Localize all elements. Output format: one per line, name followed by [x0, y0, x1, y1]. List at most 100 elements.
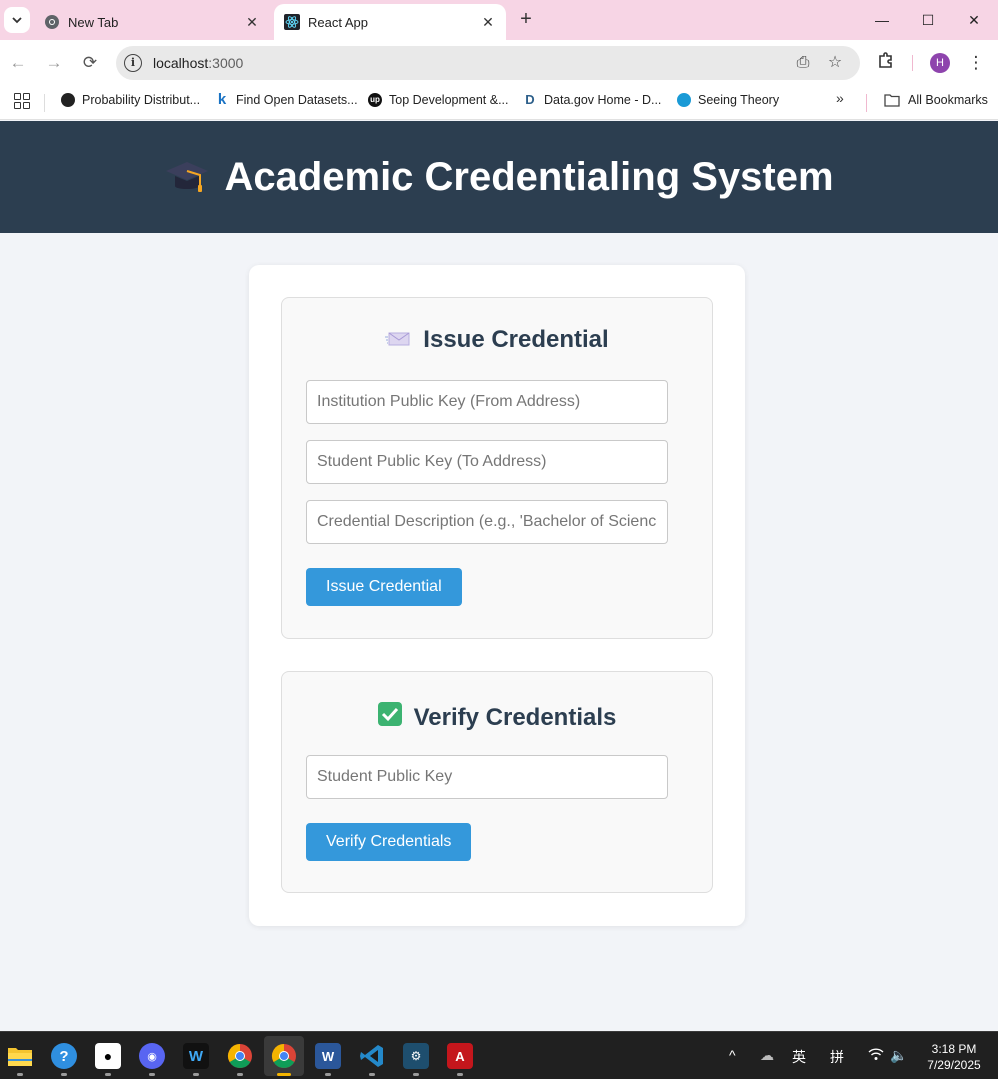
running-indicator: [193, 1073, 199, 1076]
extensions-icon[interactable]: [874, 51, 898, 75]
running-indicator: [17, 1073, 23, 1076]
address-bar[interactable]: i localhost:3000 ⎙ ☆: [116, 46, 860, 80]
bookmarks-bar: Probability Distribut... k Find Open Data…: [0, 86, 998, 120]
vscode-icon[interactable]: [359, 1043, 385, 1069]
bookmark-label: Top Development &...: [389, 93, 509, 107]
discord-icon[interactable]: ◉: [139, 1043, 165, 1069]
tab-search-button[interactable]: [4, 7, 30, 33]
chrome-icon[interactable]: [227, 1043, 253, 1069]
menu-kebab-icon[interactable]: ⋮: [964, 51, 988, 75]
maximize-icon[interactable]: ☐: [908, 6, 948, 34]
verify-heading-text: Verify Credentials: [413, 703, 617, 731]
windows-taskbar: ? ● ◉ W W ⚙ A ^ ☁ 英 拼 🔈 3:18 PM 7/29/202…: [0, 1031, 998, 1079]
bookmark-label: Find Open Datasets...: [236, 93, 358, 107]
qq-icon[interactable]: ●: [95, 1043, 121, 1069]
chevron-down-icon: [12, 17, 22, 24]
more-bookmarks-icon[interactable]: »: [836, 90, 844, 106]
folder-icon: [884, 94, 900, 107]
seeing-theory-icon: [677, 93, 691, 107]
webex-icon[interactable]: W: [183, 1043, 209, 1069]
verify-credentials-section: Verify Credentials Verify Credentials: [281, 671, 713, 893]
ime-mode[interactable]: 拼: [830, 1047, 844, 1067]
app-header: Academic Credentialing System: [0, 121, 998, 233]
datagov-icon: D: [525, 92, 535, 107]
envelope-icon: [385, 326, 411, 354]
chevron-up-icon[interactable]: ^: [729, 1047, 736, 1063]
bookmarks-separator: [44, 94, 45, 112]
all-bookmarks-label: All Bookmarks: [908, 93, 988, 107]
running-indicator: [369, 1073, 375, 1076]
browser-toolbar: ← → ⟳ i localhost:3000 ⎙ ☆ H ⋮: [0, 40, 998, 86]
minimize-icon[interactable]: —: [862, 6, 902, 34]
issue-credential-button[interactable]: Issue Credential: [306, 568, 462, 606]
acrobat-icon[interactable]: A: [447, 1043, 473, 1069]
main-card: Issue Credential Issue Credential Verify…: [249, 265, 745, 926]
bookmarks-separator: [866, 94, 867, 112]
running-indicator: [413, 1073, 419, 1076]
forward-arrow-icon[interactable]: →: [42, 51, 66, 75]
student-key-input[interactable]: [306, 440, 668, 484]
clock-time: 3:18 PM: [931, 1042, 977, 1056]
page-title-text: Academic Credentialing System: [224, 154, 834, 199]
issue-heading: Issue Credential: [282, 326, 712, 354]
site-info-icon[interactable]: i: [124, 54, 142, 72]
tab-react-app[interactable]: React App ✕: [274, 4, 506, 40]
verify-heading: Verify Credentials: [282, 702, 712, 733]
page-title: Academic Credentialing System: [164, 154, 834, 200]
running-indicator: [237, 1073, 243, 1076]
running-indicator: [457, 1073, 463, 1076]
graduation-cap-icon: [164, 154, 210, 200]
clock-date: 7/29/2025: [927, 1058, 981, 1072]
new-tab-button[interactable]: +: [514, 8, 538, 32]
check-mark-icon: [377, 702, 402, 733]
bookmark-item[interactable]: Seeing Theory: [677, 86, 779, 114]
help-icon[interactable]: ?: [51, 1043, 77, 1069]
onedrive-icon[interactable]: ☁: [760, 1047, 774, 1064]
toolbar-separator: [912, 55, 913, 71]
tab-new-tab[interactable]: New Tab ✕: [34, 4, 270, 40]
bookmark-item[interactable]: up Top Development &...: [368, 86, 509, 114]
volume-icon[interactable]: 🔈: [890, 1047, 907, 1064]
tab-title: React App: [308, 14, 368, 30]
system-clock[interactable]: 3:18 PM 7/29/2025: [918, 1041, 990, 1073]
apps-grid-icon[interactable]: [14, 93, 30, 109]
profile-avatar[interactable]: H: [930, 53, 950, 73]
running-indicator: [325, 1073, 331, 1076]
bookmark-label: Seeing Theory: [698, 93, 780, 107]
ime-language[interactable]: 英: [792, 1047, 806, 1067]
window-close-icon[interactable]: ✕: [954, 6, 994, 34]
running-indicator: [105, 1073, 111, 1076]
file-explorer-icon[interactable]: [7, 1043, 33, 1069]
word-icon[interactable]: W: [315, 1043, 341, 1069]
bookmark-label: Probability Distribut...: [82, 93, 201, 107]
url-host: localhost: [153, 55, 209, 71]
url-text: localhost:3000: [153, 55, 243, 71]
close-icon[interactable]: ✕: [478, 14, 498, 31]
active-indicator: [277, 1073, 291, 1076]
mysql-workbench-icon[interactable]: ⚙: [403, 1043, 429, 1069]
globe-icon: [61, 93, 75, 107]
running-indicator: [61, 1073, 67, 1076]
react-icon: [284, 14, 300, 30]
verify-credentials-button[interactable]: Verify Credentials: [306, 823, 472, 861]
tab-title: New Tab: [68, 14, 119, 30]
url-port: :3000: [208, 55, 244, 71]
running-indicator: [149, 1073, 155, 1076]
bookmark-item[interactable]: D Data.gov Home - D...: [523, 86, 661, 114]
credential-description-input[interactable]: [306, 500, 668, 544]
install-app-icon[interactable]: ⎙: [793, 53, 813, 73]
upwork-icon: up: [368, 93, 382, 107]
close-icon[interactable]: ✕: [242, 14, 262, 31]
bookmark-item[interactable]: k Find Open Datasets...: [215, 86, 358, 114]
back-arrow-icon[interactable]: ←: [6, 51, 30, 75]
bookmark-star-icon[interactable]: ☆: [825, 53, 845, 73]
wifi-icon[interactable]: [868, 1047, 884, 1064]
issue-credential-section: Issue Credential Issue Credential: [281, 297, 713, 639]
bookmark-item[interactable]: Probability Distribut...: [61, 86, 200, 114]
reload-icon[interactable]: ⟳: [78, 51, 102, 75]
chrome-profile-icon[interactable]: [271, 1043, 297, 1069]
verify-student-key-input[interactable]: [306, 755, 668, 799]
all-bookmarks-folder[interactable]: All Bookmarks: [884, 86, 988, 114]
institution-key-input[interactable]: [306, 380, 668, 424]
tab-strip: New Tab ✕ React App ✕ + — ☐ ✕: [0, 0, 998, 40]
